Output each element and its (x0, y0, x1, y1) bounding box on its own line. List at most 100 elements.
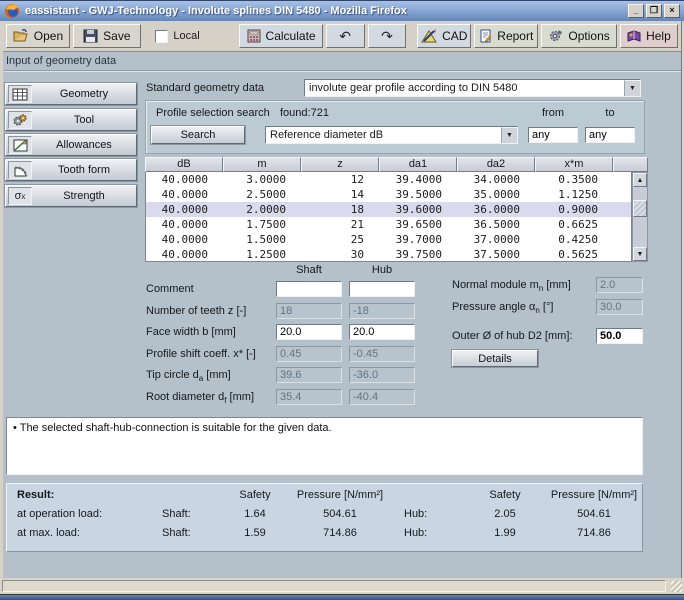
standard-geometry-select[interactable]: involute gear profile according to DIN 5… (304, 79, 641, 97)
report-document-icon (479, 29, 492, 43)
title-bar: eassistant - GWJ-Technology - Involute s… (0, 0, 684, 21)
normal-module-value (596, 277, 643, 293)
scroll-down-icon[interactable]: ▼ (633, 247, 647, 261)
sidebar-item-tooth-form[interactable]: Tooth form (5, 159, 137, 181)
tip-circle-shaft-value (276, 367, 342, 383)
local-checkbox-group[interactable]: Local (155, 30, 224, 43)
chevron-down-icon[interactable]: ▼ (501, 127, 517, 143)
hub-label: Hub: (404, 527, 466, 539)
table-row[interactable]: 40.00002.50001439.500035.00001.1250 (146, 187, 631, 202)
cell: 40.0000 (146, 172, 224, 187)
search-to-input[interactable] (585, 127, 635, 143)
column-header[interactable]: z (301, 157, 379, 172)
calculate-button[interactable]: Calculate (239, 24, 322, 48)
details-button[interactable]: Details (452, 350, 538, 367)
cell: 36.5000 (458, 217, 536, 232)
cell: 35.0000 (458, 187, 536, 202)
minimize-button[interactable]: _ (628, 4, 644, 18)
local-checkbox[interactable] (155, 30, 168, 43)
face-width-hub-input[interactable] (349, 324, 415, 340)
comment-shaft-input[interactable] (276, 281, 342, 297)
close-button[interactable]: × (664, 4, 680, 18)
cell: 1.5000 (224, 232, 302, 247)
hub-label: Hub: (404, 508, 466, 520)
cad-button[interactable]: CAD (417, 24, 471, 48)
standard-geometry-label: Standard geometry data (146, 80, 264, 96)
chevron-down-icon[interactable]: ▼ (624, 80, 640, 96)
resize-grip-icon[interactable] (671, 581, 682, 592)
window-title: eassistant - GWJ-Technology - Involute s… (25, 5, 626, 17)
subheader-text: Input of geometry data (6, 55, 116, 67)
hub-pressure-value: 504.61 (544, 508, 644, 520)
search-button[interactable]: Search (151, 126, 245, 144)
maximize-button[interactable]: ❐ (646, 4, 662, 18)
cell: 25 (302, 232, 380, 247)
save-button[interactable]: Save (73, 24, 141, 48)
bullet-icon: • (13, 422, 17, 434)
comment-hub-input[interactable] (349, 281, 415, 297)
hub-pressure-value: 714.86 (544, 527, 644, 539)
save-disk-icon (83, 29, 98, 43)
profile-table-body: 40.00003.00001239.400034.00000.3500 40.0… (145, 172, 632, 262)
sidebar-item-geometry[interactable]: Geometry (5, 83, 137, 105)
cell: 40.0000 (146, 247, 224, 262)
shaft-pressure-value: 714.86 (286, 527, 394, 539)
report-button[interactable]: Report (474, 24, 538, 48)
scroll-up-icon[interactable]: ▲ (633, 173, 647, 187)
profile-table-header: dB m z da1 da2 x*m (145, 157, 648, 172)
cell: 0.6625 (536, 217, 614, 232)
shaft-safety-value: 1.64 (224, 508, 286, 520)
table-row[interactable]: 40.00001.50002539.700037.00000.4250 (146, 232, 631, 247)
options-button[interactable]: Options (541, 24, 617, 48)
sidebar-item-allowances[interactable]: Allowances (5, 134, 137, 156)
cell: 40.0000 (146, 202, 224, 217)
tip-circle-hub-value (349, 367, 415, 383)
sidebar-item-tool[interactable]: Tool (5, 109, 137, 131)
result-row-label: at operation load: (17, 508, 162, 520)
help-button[interactable]: Help (620, 24, 678, 48)
tip-circle-label: Tip circle da [mm] (146, 367, 231, 383)
standard-geometry-value: involute gear profile according to DIN 5… (305, 82, 624, 94)
column-header[interactable]: m (223, 157, 301, 172)
search-criteria-select[interactable]: Reference diameter dB ▼ (265, 126, 518, 144)
status-bar (0, 578, 684, 594)
table-scrollbar[interactable]: ▲ ▼ (632, 172, 648, 262)
save-label: Save (103, 29, 130, 43)
table-row[interactable]: 40.00001.75002139.650036.50000.6625 (146, 217, 631, 232)
root-diameter-label: Root diameter df [mm] (146, 389, 254, 405)
table-row[interactable]: 40.00001.25003039.750037.50000.5625 (146, 247, 631, 262)
column-header[interactable]: dB (145, 157, 223, 172)
profile-table: dB m z da1 da2 x*m 40.00003.00001239.400… (145, 157, 648, 262)
toolbar: Open Save Local Calcul (0, 21, 684, 52)
scrollbar-thumb[interactable] (633, 200, 647, 217)
cell: 21 (302, 217, 380, 232)
root-diameter-hub-value (349, 389, 415, 405)
cell: 2.0000 (224, 202, 302, 217)
table-row[interactable]: 40.00003.00001239.400034.00000.3500 (146, 172, 631, 187)
app-window: eassistant - GWJ-Technology - Involute s… (0, 0, 684, 600)
sidebar-item-strength[interactable]: σx Strength (5, 185, 137, 207)
cad-label: CAD (442, 29, 467, 43)
face-width-shaft-input[interactable] (276, 324, 342, 340)
cell: 34.0000 (458, 172, 536, 187)
column-header-filler (613, 157, 648, 172)
cell: 37.0000 (458, 232, 536, 247)
window-frame-left (0, 21, 3, 594)
search-from-input[interactable] (528, 127, 578, 143)
cell: 40.0000 (146, 217, 224, 232)
sidebar-item-label: Geometry (32, 88, 136, 100)
undo-button[interactable]: ↶ (326, 24, 365, 48)
outer-hub-diameter-input[interactable] (596, 328, 643, 344)
cell: 18 (302, 202, 380, 217)
open-button[interactable]: Open (6, 24, 70, 48)
redo-button[interactable]: ↷ (368, 24, 407, 48)
safety-header: Safety (224, 489, 286, 501)
shaft-pressure-value: 504.61 (286, 508, 394, 520)
tool-gears-icon (8, 111, 32, 129)
cell: 2.5000 (224, 187, 302, 202)
cell: 40.0000 (146, 187, 224, 202)
column-header[interactable]: x*m (535, 157, 613, 172)
table-row-selected[interactable]: 40.00002.00001839.600036.00000.9000 (146, 202, 631, 217)
column-header[interactable]: da1 (379, 157, 457, 172)
column-header[interactable]: da2 (457, 157, 535, 172)
